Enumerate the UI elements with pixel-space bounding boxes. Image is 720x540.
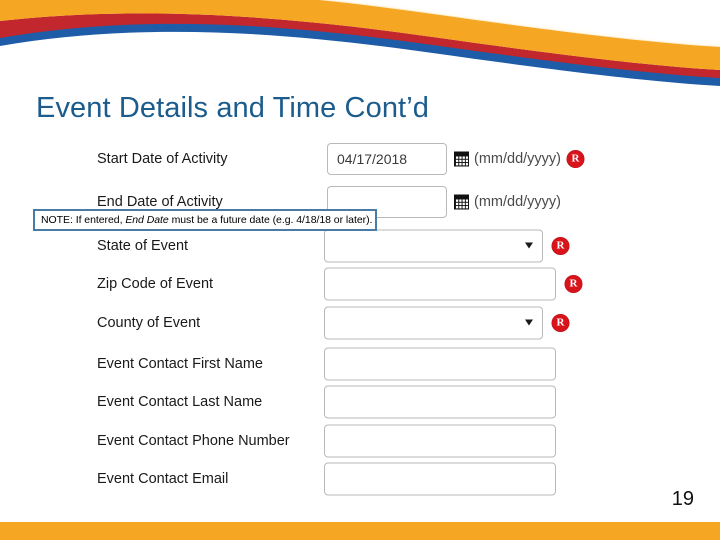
chevron-down-icon[interactable] (525, 319, 533, 326)
note-prefix: NOTE: If entered, (41, 214, 126, 226)
form-row-zip: Zip Code of Event R (88, 265, 608, 302)
label-state-of-event: State of Event (97, 237, 189, 254)
required-badge-icon: R (565, 275, 582, 292)
slide-canvas: Event Details and Time Cont’d Start Date… (0, 0, 720, 540)
page-number: 19 (671, 488, 694, 510)
form-row-start-date: Start Date of Activity 04/17/2018 (mm/dd… (88, 140, 608, 177)
required-badge-icon: R (567, 150, 584, 167)
form-row-contact-email: Event Contact Email (88, 460, 608, 497)
required-badge-icon: R (552, 314, 569, 331)
footer-bar (0, 522, 720, 540)
county-of-event-select[interactable] (324, 306, 543, 339)
label-start-date: Start Date of Activity (97, 150, 228, 167)
state-of-event-select[interactable] (324, 229, 543, 262)
header-swoosh-banner (0, 0, 720, 86)
contact-email-input[interactable] (324, 462, 556, 495)
form-row-contact-phone: Event Contact Phone Number (88, 422, 608, 459)
start-date-format-hint: (mm/dd/yyyy) (474, 150, 561, 167)
note-suffix: must be a future date (e.g. 4/18/18 or l… (168, 214, 373, 226)
note-emphasis: End Date (125, 214, 169, 226)
label-zip-code: Zip Code of Event (97, 275, 214, 292)
start-date-input[interactable]: 04/17/2018 (327, 142, 447, 175)
required-badge-icon: R (552, 237, 569, 254)
banner-graphic (0, 0, 720, 86)
form-screenshot: Start Date of Activity 04/17/2018 (mm/dd… (88, 140, 608, 500)
form-row-state: State of Event R (88, 227, 608, 264)
label-county-of-event: County of Event (97, 314, 201, 331)
note-text: NOTE: If entered, End Date must be a fut… (41, 214, 372, 226)
calendar-icon[interactable] (454, 194, 469, 209)
zip-code-input[interactable] (324, 267, 556, 300)
end-date-format-hint: (mm/dd/yyyy) (474, 193, 561, 210)
label-end-date: End Date of Activity (97, 193, 223, 210)
calendar-icon[interactable] (454, 151, 469, 166)
form-row-contact-first-name: Event Contact First Name (88, 345, 608, 382)
contact-last-name-input[interactable] (324, 385, 556, 418)
label-contact-last-name: Event Contact Last Name (97, 393, 263, 410)
form-row-county: County of Event R (88, 304, 608, 341)
chevron-down-icon[interactable] (525, 242, 533, 249)
label-contact-email: Event Contact Email (97, 470, 229, 487)
form-row-contact-last-name: Event Contact Last Name (88, 383, 608, 420)
contact-first-name-input[interactable] (324, 347, 556, 380)
note-callout: NOTE: If entered, End Date must be a fut… (33, 209, 377, 231)
label-contact-first-name: Event Contact First Name (97, 355, 263, 372)
start-date-value: 04/17/2018 (337, 150, 408, 167)
contact-phone-input[interactable] (324, 424, 556, 457)
label-contact-phone: Event Contact Phone Number (97, 432, 290, 449)
page-title: Event Details and Time Cont’d (36, 92, 429, 124)
